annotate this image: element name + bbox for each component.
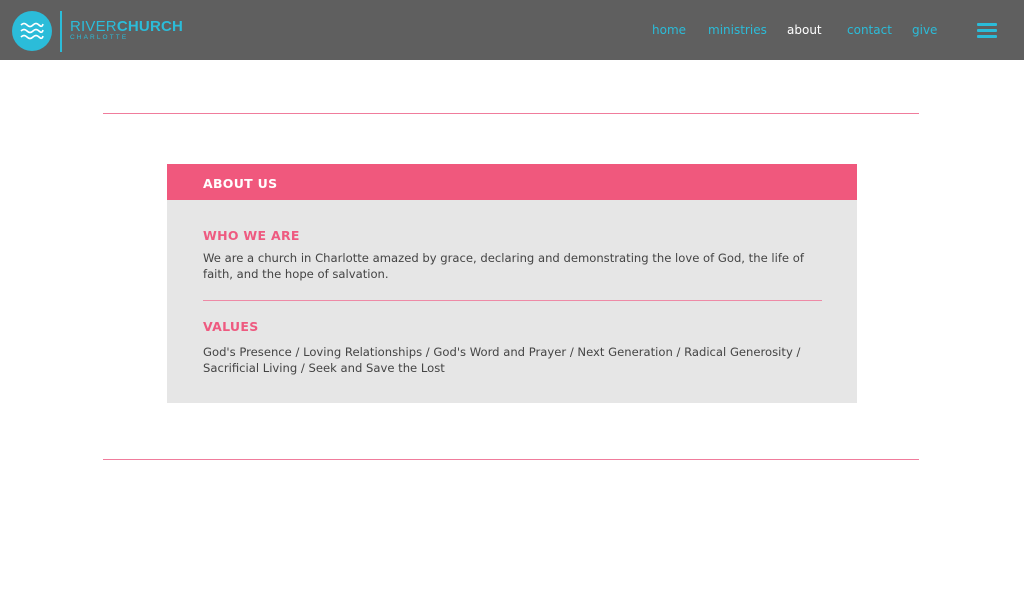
who-we-are-title: WHO WE ARE	[203, 228, 300, 243]
top-navigation-bar: RIVERCHURCH CHARLOTTE home ministries ab…	[0, 0, 1024, 60]
logo-name-bold: CHURCH	[116, 18, 184, 35]
values-text: God's Presence / Loving Relationships / …	[203, 345, 801, 375]
logo-name-light: RIVER	[70, 18, 117, 35]
menu-bar	[977, 35, 997, 38]
logo-wordmark[interactable]: RIVERCHURCH CHARLOTTE	[70, 19, 183, 42]
logo-name: RIVERCHURCH	[70, 19, 183, 34]
nav-link-home[interactable]: home	[652, 23, 686, 37]
about-card-title: ABOUT US	[203, 176, 278, 191]
logo-subtitle: CHARLOTTE	[70, 34, 129, 41]
nav-link-ministries[interactable]: ministries	[708, 23, 767, 37]
section-divider	[203, 300, 822, 301]
menu-bar	[977, 29, 997, 32]
values-title: VALUES	[203, 319, 259, 334]
waves-icon[interactable]	[12, 11, 52, 51]
nav-link-about[interactable]: about	[787, 23, 822, 37]
menu-bar	[977, 23, 997, 26]
bottom-divider	[103, 459, 919, 460]
who-we-are-text: We are a church in Charlotte amazed by g…	[203, 251, 804, 281]
about-card-header: ABOUT US	[167, 164, 857, 200]
hamburger-menu-icon[interactable]	[977, 23, 997, 38]
top-divider	[103, 113, 919, 114]
nav-link-give[interactable]: give	[912, 23, 937, 37]
logo-divider	[60, 11, 62, 52]
nav-link-contact[interactable]: contact	[847, 23, 892, 37]
about-card: ABOUT US WHO WE ARE We are a church in C…	[167, 164, 857, 403]
